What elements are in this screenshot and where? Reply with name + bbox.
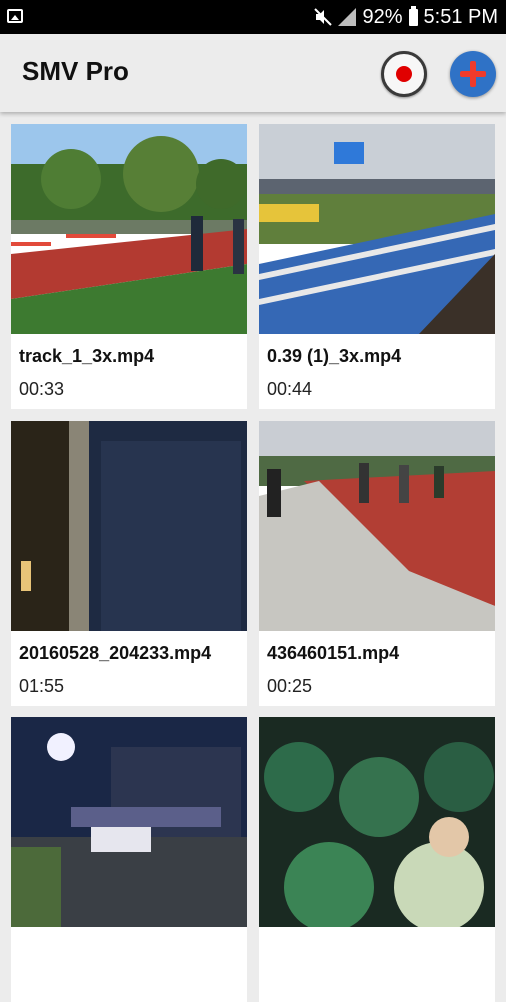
video-card[interactable]: 20160528_204233.mp4 01:55 [11, 421, 247, 706]
add-video-button[interactable] [450, 51, 496, 97]
video-duration: 00:25 [267, 676, 313, 696]
video-card[interactable]: 436460151.mp4 00:25 [259, 421, 495, 706]
video-thumbnail[interactable] [11, 717, 247, 927]
video-card[interactable]: track_1_3x.mp4 00:33 [11, 124, 247, 409]
record-button[interactable] [381, 51, 427, 97]
video-file-name: track_1_3x.mp4 [19, 346, 155, 366]
video-thumbnail[interactable] [11, 124, 247, 334]
video-card[interactable] [259, 717, 495, 1002]
video-thumbnail[interactable] [11, 421, 247, 631]
video-card[interactable]: 0.39 (1)_3x.mp4 00:44 [259, 124, 495, 409]
video-thumbnail[interactable] [259, 717, 495, 927]
clock: 5:51 PM [423, 5, 498, 28]
mute-icon [314, 8, 333, 26]
gallery-icon [7, 9, 23, 23]
video-duration: 01:55 [19, 676, 65, 696]
signal-icon [338, 8, 357, 26]
video-thumbnail[interactable] [259, 421, 495, 631]
battery-percent: 92% [362, 5, 403, 28]
app-bar: SMV Pro [0, 34, 506, 112]
video-duration: 00:33 [19, 379, 65, 399]
video-file-name: 20160528_204233.mp4 [19, 643, 212, 663]
battery-icon [408, 5, 418, 26]
video-file-name: 436460151.mp4 [267, 643, 400, 663]
video-card[interactable] [11, 717, 247, 1002]
video-grid: track_1_3x.mp4 00:33 0.39 (1)_3x.mp4 00:… [0, 112, 506, 1002]
video-thumbnail[interactable] [259, 124, 495, 334]
app-title: SMV Pro [22, 56, 129, 86]
status-icons: 92% 5:51 PM [314, 0, 498, 34]
video-file-name: 0.39 (1)_3x.mp4 [267, 346, 402, 366]
video-duration: 00:44 [267, 379, 313, 399]
status-bar: 92% 5:51 PM [0, 0, 506, 34]
record-icon [396, 66, 412, 82]
